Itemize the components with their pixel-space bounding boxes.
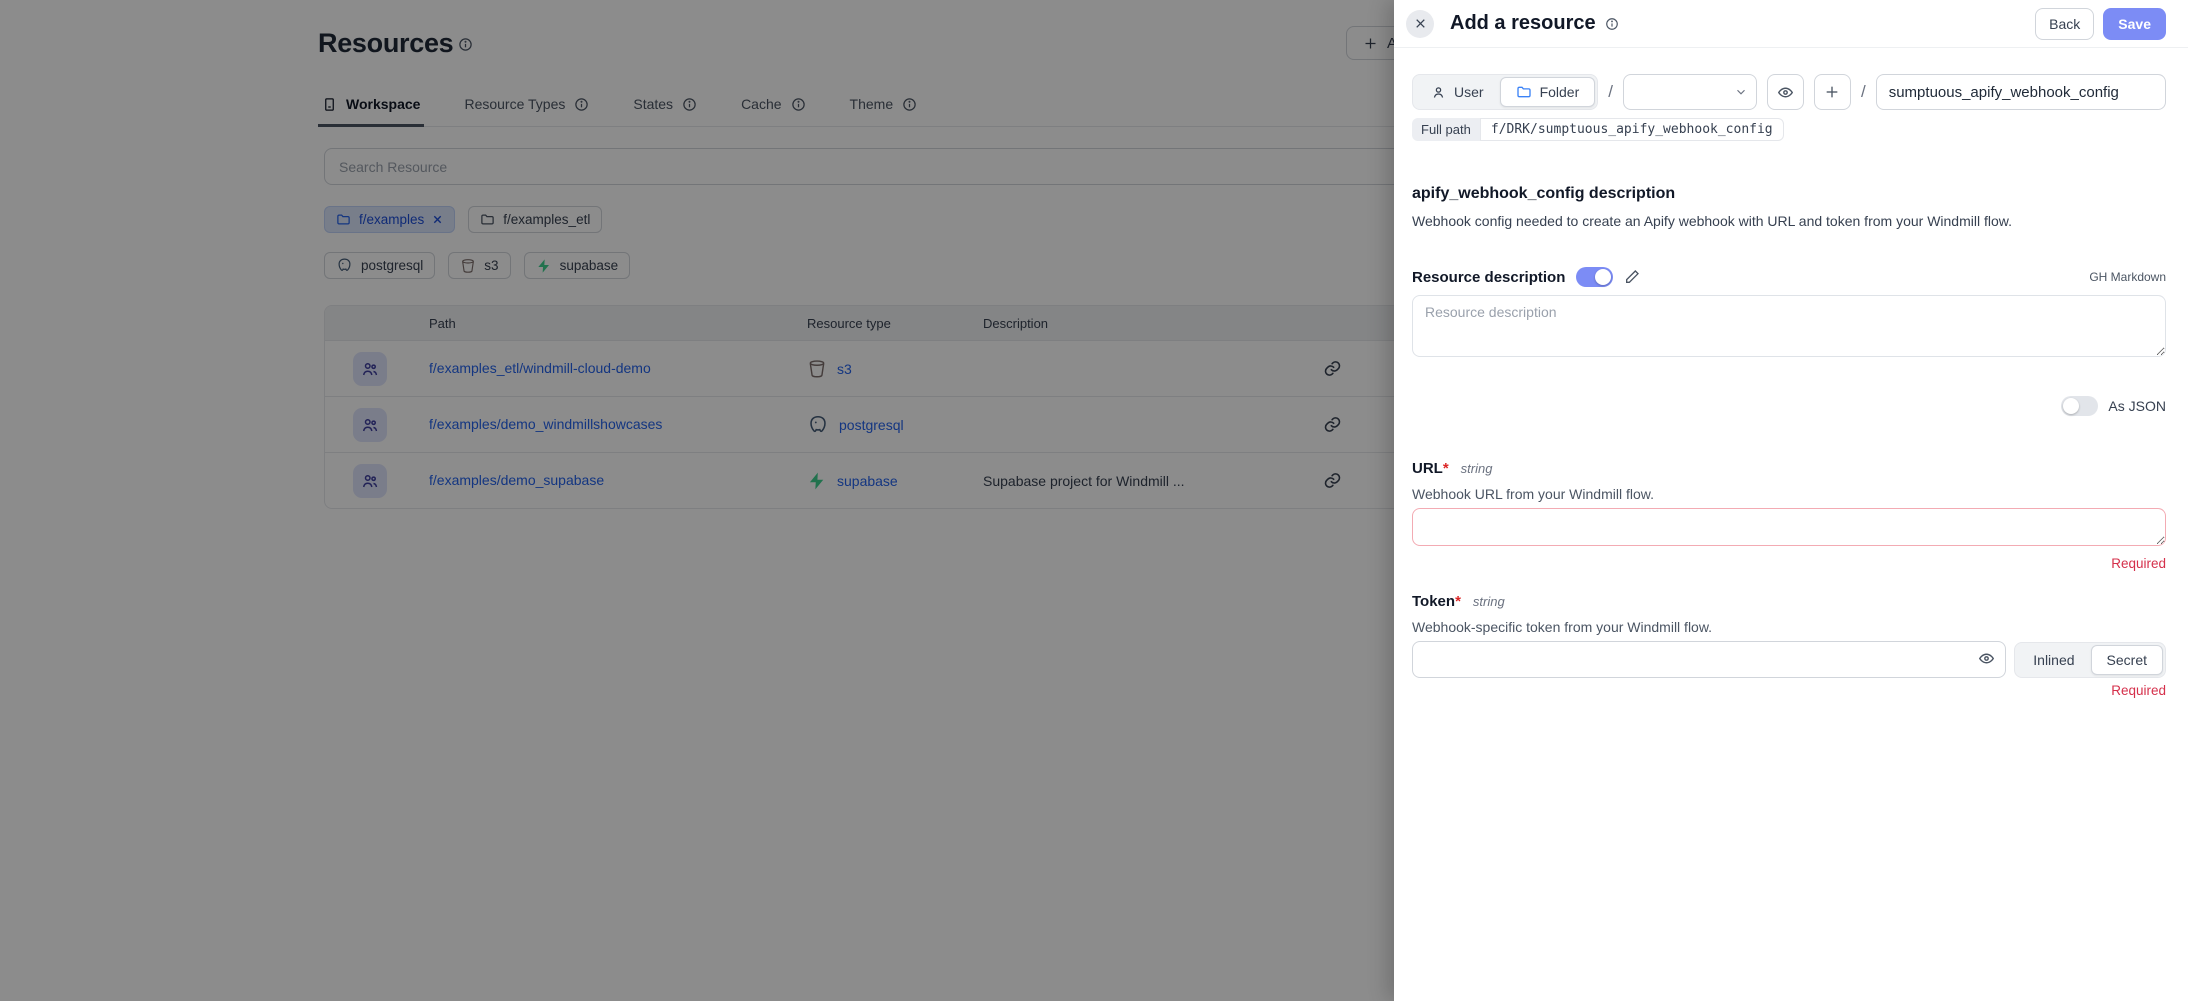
plus-icon bbox=[1824, 84, 1840, 100]
token-input[interactable] bbox=[1412, 641, 2006, 678]
info-icon[interactable] bbox=[1605, 17, 1619, 31]
resource-description-label: Resource description bbox=[1412, 269, 1565, 286]
token-inlined-option[interactable]: Inlined bbox=[2017, 645, 2090, 675]
folder-select-control[interactable] bbox=[1623, 74, 1757, 110]
save-button[interactable]: Save bbox=[2103, 8, 2166, 40]
resource-name-input[interactable] bbox=[1876, 74, 2166, 110]
description-toggle[interactable] bbox=[1576, 267, 1613, 287]
add-folder-button[interactable] bbox=[1814, 74, 1851, 110]
path-builder: User Folder / / bbox=[1412, 74, 2166, 110]
back-button[interactable]: Back bbox=[2035, 8, 2094, 40]
folder-select[interactable] bbox=[1623, 74, 1757, 110]
full-path: Full path f/DRK/sumptuous_apify_webhook_… bbox=[1412, 118, 1784, 141]
pencil-icon[interactable] bbox=[1624, 269, 1640, 285]
close-icon[interactable] bbox=[1406, 10, 1434, 38]
token-storage-toggle: Inlined Secret bbox=[2014, 642, 2166, 678]
field-url: URL* string Webhook URL from your Windmi… bbox=[1412, 460, 2166, 571]
drawer-title: Add a resource bbox=[1450, 12, 1596, 35]
owner-kind-folder[interactable]: Folder bbox=[1500, 77, 1596, 107]
eye-icon[interactable] bbox=[1978, 650, 1995, 667]
path-separator: / bbox=[1861, 82, 1866, 102]
markdown-hint: GH Markdown bbox=[2089, 270, 2166, 284]
full-path-label: Full path bbox=[1412, 118, 1480, 141]
url-input[interactable] bbox=[1412, 508, 2166, 546]
resource-description-textarea[interactable] bbox=[1412, 295, 2166, 357]
view-folder-permissions-button[interactable] bbox=[1767, 74, 1804, 110]
as-json-row: As JSON bbox=[1412, 396, 2166, 416]
folder-icon bbox=[1516, 84, 1532, 100]
add-resource-drawer: Add a resource Back Save User Folder bbox=[1394, 0, 2188, 1001]
description-controls: Resource description GH Markdown bbox=[1412, 267, 2166, 287]
required-star: * bbox=[1455, 593, 1461, 610]
drawer-header: Add a resource Back Save bbox=[1394, 0, 2188, 48]
full-path-value: f/DRK/sumptuous_apify_webhook_config bbox=[1480, 118, 1784, 141]
owner-kind-user[interactable]: User bbox=[1415, 77, 1500, 107]
resource-type-description-heading: apify_webhook_config description bbox=[1412, 185, 2166, 203]
resource-type-description-text: Webhook config needed to create an Apify… bbox=[1412, 213, 2166, 229]
path-separator: / bbox=[1608, 82, 1613, 102]
field-type: string bbox=[1461, 461, 1493, 476]
token-secret-option[interactable]: Secret bbox=[2091, 645, 2163, 675]
field-help: Webhook URL from your Windmill flow. bbox=[1412, 486, 2166, 502]
field-help: Webhook-specific token from your Windmil… bbox=[1412, 619, 2166, 635]
screen: Resources Add resource Workspace Resourc… bbox=[0, 0, 2188, 1001]
owner-kind-toggle: User Folder bbox=[1412, 74, 1598, 110]
eye-icon bbox=[1777, 84, 1794, 101]
field-type: string bbox=[1473, 594, 1505, 609]
field-name: Token bbox=[1412, 593, 1455, 610]
user-icon bbox=[1431, 85, 1446, 100]
as-json-toggle[interactable] bbox=[2061, 396, 2098, 416]
as-json-label: As JSON bbox=[2108, 398, 2166, 414]
field-token: Token* string Webhook-specific token fro… bbox=[1412, 593, 2166, 698]
required-error: Required bbox=[1412, 683, 2166, 698]
drawer-body: User Folder / / Full path bbox=[1394, 74, 2188, 698]
required-error: Required bbox=[1412, 556, 2166, 571]
required-star: * bbox=[1443, 460, 1449, 477]
field-name: URL bbox=[1412, 460, 1443, 477]
